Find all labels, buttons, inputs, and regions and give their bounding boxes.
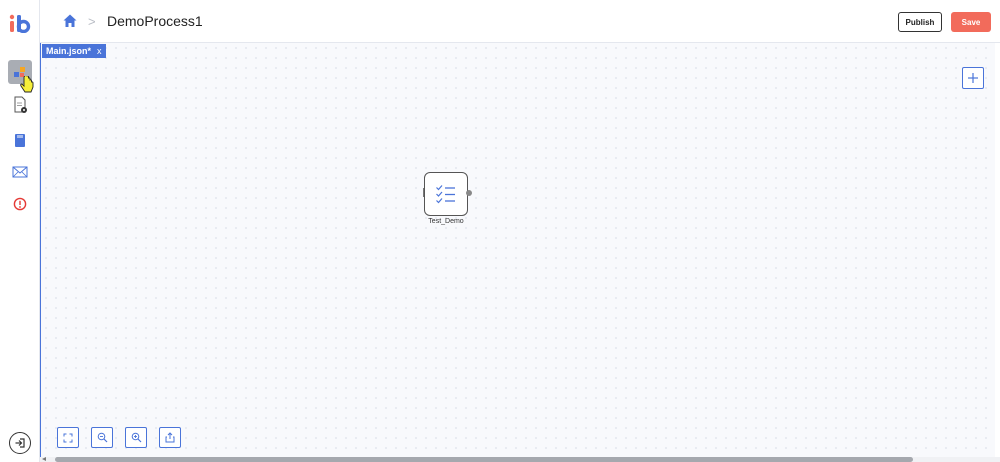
sidebar-item-documents[interactable] bbox=[8, 93, 32, 117]
sidebar-item-alerts[interactable] bbox=[8, 192, 32, 216]
process-canvas[interactable]: Main.json* x Test_Demo bbox=[40, 43, 995, 457]
top-header: > DemoProcess1 Publish Save bbox=[40, 0, 1000, 43]
sidebar-item-storage[interactable] bbox=[8, 128, 32, 152]
document-settings-icon bbox=[14, 96, 27, 113]
home-icon[interactable] bbox=[62, 13, 78, 29]
logo-icon bbox=[9, 14, 31, 33]
brand-logo[interactable] bbox=[9, 13, 31, 33]
zoom-out-button[interactable] bbox=[91, 427, 113, 448]
add-button[interactable] bbox=[962, 67, 984, 89]
tab-close-icon[interactable]: x bbox=[97, 46, 102, 56]
scroll-left-arrow-icon[interactable] bbox=[42, 457, 46, 461]
zoom-toolbar bbox=[57, 427, 181, 448]
save-button[interactable]: Save bbox=[951, 12, 991, 32]
export-button[interactable] bbox=[159, 427, 181, 448]
page-title: DemoProcess1 bbox=[107, 13, 203, 29]
export-icon bbox=[165, 432, 175, 443]
tab-main-json[interactable]: Main.json* x bbox=[42, 44, 106, 58]
exit-icon bbox=[15, 438, 25, 448]
flow-node-test-demo[interactable] bbox=[424, 172, 468, 216]
hand-cursor-icon bbox=[20, 76, 34, 93]
alert-icon bbox=[13, 197, 27, 211]
fit-screen-button[interactable] bbox=[57, 427, 79, 448]
node-output-port[interactable] bbox=[466, 190, 472, 196]
storage-card-icon bbox=[15, 134, 25, 147]
zoom-in-button[interactable] bbox=[125, 427, 147, 448]
zoom-in-icon bbox=[131, 432, 141, 443]
plus-icon bbox=[968, 73, 978, 83]
app-window: > DemoProcess1 Publish Save Main.json* x bbox=[0, 0, 1000, 462]
checklist-icon bbox=[436, 185, 455, 204]
mail-icon bbox=[12, 166, 28, 178]
fit-screen-icon bbox=[63, 433, 73, 442]
exit-button[interactable] bbox=[9, 432, 31, 454]
zoom-out-icon bbox=[97, 432, 107, 443]
tab-label: Main.json* bbox=[46, 46, 92, 56]
left-sidebar bbox=[0, 0, 40, 462]
scrollbar-thumb[interactable] bbox=[55, 457, 913, 462]
horizontal-scrollbar[interactable] bbox=[40, 457, 1000, 462]
sidebar-item-mail[interactable] bbox=[8, 160, 32, 184]
publish-button[interactable]: Publish bbox=[898, 12, 942, 32]
breadcrumb-separator: > bbox=[88, 14, 96, 29]
node-label: Test_Demo bbox=[428, 218, 464, 225]
